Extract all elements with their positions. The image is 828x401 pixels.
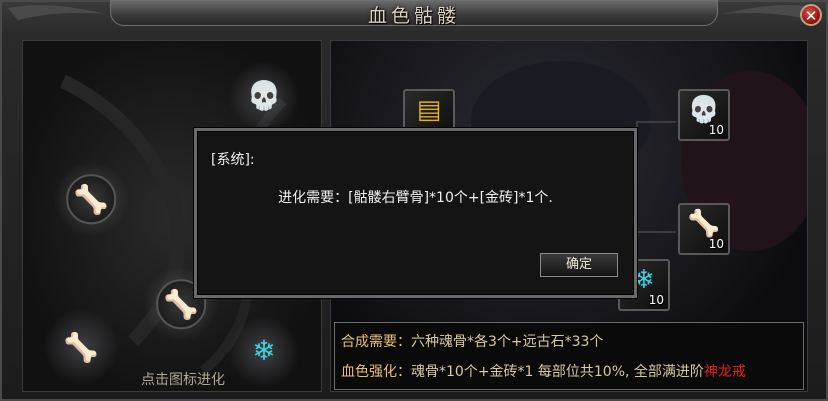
item-count: 10 (708, 123, 724, 137)
connector-line (636, 231, 676, 233)
synthesis-requirement: 合成需要：六种魂骨*各3个+远古石*33个 (341, 331, 603, 351)
arm-bone-node[interactable]: 🦴 (53, 161, 129, 237)
close-icon: ✕ (804, 7, 818, 25)
synthesis-value: 六种魂骨*各3个+远古石*33个 (411, 334, 604, 350)
enhance-label: 血色强化： (341, 364, 411, 380)
description-box: 合成需要：六种魂骨*各3个+远古石*33个 血色强化：魂骨*10个+金砖*1 每… (334, 322, 804, 390)
skull-node[interactable]: 💀 (228, 61, 300, 133)
item-count: 10 (708, 237, 724, 251)
arm-bone-icon: 🦴 (73, 183, 109, 216)
arm-bone-material-slot[interactable]: 🦴 10 (678, 203, 730, 255)
close-button[interactable]: ✕ (800, 4, 822, 26)
enhance-value: 魂骨*10个+金砖*1 每部位共10%, 全部满进阶 (411, 364, 704, 380)
confirm-button[interactable]: 确定 (540, 253, 618, 277)
rib-icon: 🦴 (163, 288, 199, 321)
blood-enhance-requirement: 血色强化：魂骨*10个+金砖*1 每部位共10%, 全部满进阶神龙戒 (341, 361, 746, 381)
synthesis-label: 合成需要： (341, 334, 411, 350)
connector-line (636, 121, 676, 123)
skull-material-slot[interactable]: 💀 10 (678, 89, 730, 141)
skull-icon: 💀 (687, 95, 721, 125)
window-title: 血色骷髅 (367, 5, 460, 27)
item-count: 10 (648, 293, 664, 307)
gold-brick-icon: ▤ (416, 95, 442, 125)
evolve-hint: 点击图标进化 (141, 372, 225, 388)
enhance-highlight: 神龙戒 (703, 364, 746, 380)
dialog-message: 进化需要：[骷髅右臂骨]*10个+[金砖]*1个. (278, 190, 553, 206)
arm-bone-icon: 🦴 (687, 209, 721, 239)
dialog-header: [系统]: (211, 152, 255, 168)
system-dialog: [系统]: 进化需要：[骷髅右臂骨]*10个+[金砖]*1个. 确定 (194, 128, 637, 298)
